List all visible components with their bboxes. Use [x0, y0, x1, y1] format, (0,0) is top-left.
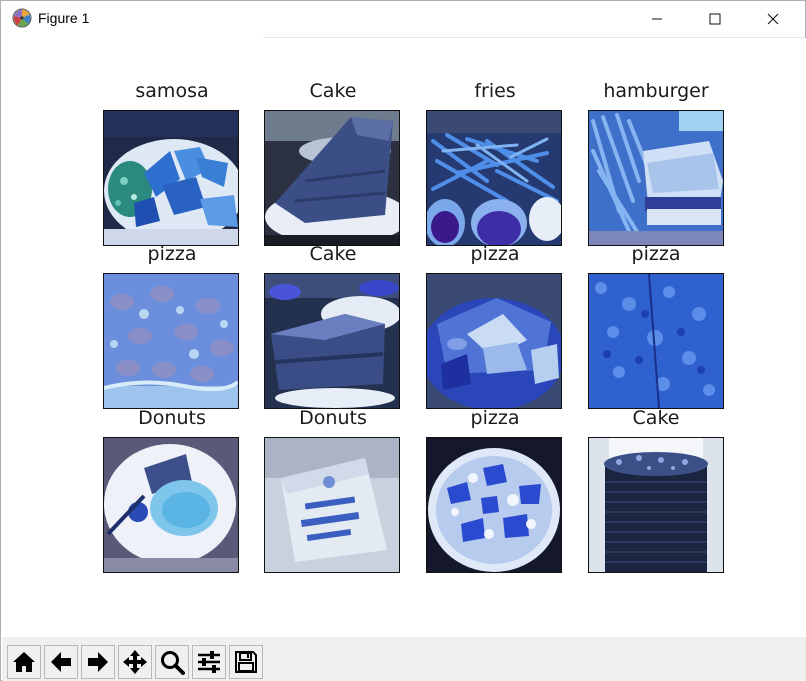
configure-subplots-button[interactable]	[192, 645, 226, 679]
home-icon	[11, 649, 37, 675]
zoom-magnifier-icon	[159, 649, 185, 675]
subplot-title: Cake	[309, 80, 357, 102]
forward-arrow-icon	[85, 649, 111, 675]
subplot-title: Donuts	[299, 407, 367, 429]
subplot-title: Cake	[632, 407, 680, 429]
subplot-title: Cake	[309, 243, 357, 265]
subplot-image-samosa	[103, 110, 239, 246]
subplot-title: samosa	[135, 80, 209, 102]
subplot-title: pizza	[470, 243, 520, 265]
close-icon	[767, 13, 779, 25]
subplot-image-pizza	[103, 273, 239, 409]
forward-button[interactable]	[81, 645, 115, 679]
minimize-icon	[651, 13, 663, 25]
subplot-image-cake	[588, 437, 724, 573]
figure-canvas[interactable]: samosa Cake fries hamburger pizza Cake p…	[2, 38, 806, 637]
subplot-image-hamburger	[588, 110, 724, 246]
save-floppy-icon	[233, 649, 259, 675]
close-button[interactable]	[744, 1, 802, 37]
subplot-title: fries	[474, 80, 516, 102]
maximize-icon	[709, 13, 721, 25]
figure-window: Figure 1 samosa Cake fries hamburger piz…	[0, 0, 806, 681]
subplot-image-pizza	[426, 273, 562, 409]
pan-button[interactable]	[118, 645, 152, 679]
subplot-image-donuts	[103, 437, 239, 573]
pan-move-icon	[122, 649, 148, 675]
maximize-button[interactable]	[686, 1, 744, 37]
minimize-button[interactable]	[628, 1, 686, 37]
subplot-title: pizza	[631, 243, 681, 265]
subplot-image-fries	[426, 110, 562, 246]
back-button[interactable]	[44, 645, 78, 679]
configure-subplots-icon	[196, 649, 222, 675]
subplot-image-cake	[264, 110, 400, 246]
subplot-title: pizza	[147, 243, 197, 265]
matplotlib-logo-icon	[12, 8, 32, 28]
subplot-image-pizza	[426, 437, 562, 573]
title-bar[interactable]: Figure 1	[1, 1, 805, 37]
subplot-title: hamburger	[603, 80, 709, 102]
save-button[interactable]	[229, 645, 263, 679]
subplot-title: Donuts	[138, 407, 206, 429]
home-button[interactable]	[7, 645, 41, 679]
window-title: Figure 1	[38, 10, 90, 26]
subplot-image-cake	[264, 273, 400, 409]
subplot-image-pizza	[588, 273, 724, 409]
subplot-title: pizza	[470, 407, 520, 429]
zoom-button[interactable]	[155, 645, 189, 679]
back-arrow-icon	[48, 649, 74, 675]
navigation-toolbar	[2, 637, 806, 681]
subplot-image-donuts	[264, 437, 400, 573]
